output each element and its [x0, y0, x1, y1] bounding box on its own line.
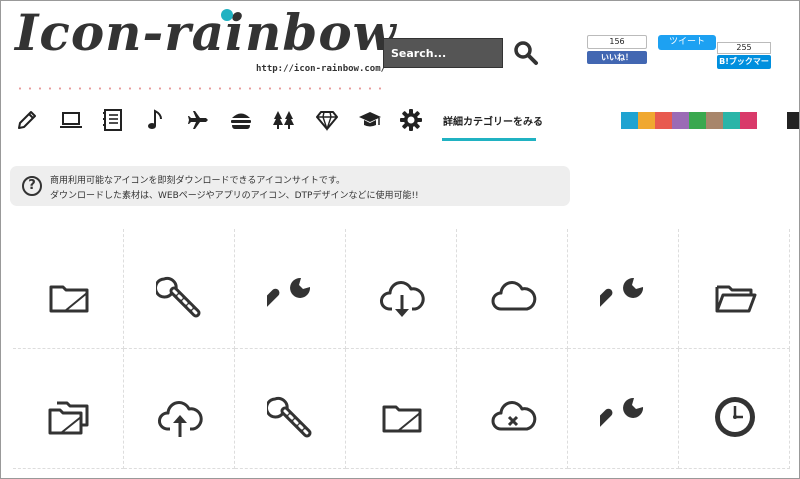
logo-dot — [221, 9, 233, 21]
icon-tile[interactable] — [568, 349, 679, 469]
icon-tile[interactable] — [457, 229, 568, 349]
airplane-icon — [188, 111, 208, 129]
trees-icon — [273, 111, 294, 129]
icon-tile[interactable] — [346, 229, 457, 349]
dotted-divider — [15, 87, 389, 90]
color-swatch-7[interactable] — [723, 112, 740, 129]
color-swatch-2[interactable] — [638, 112, 655, 129]
color-swatch-black[interactable] — [787, 112, 799, 129]
cloud-download-icon — [378, 273, 426, 321]
music-note-icon — [148, 109, 162, 129]
folder-icon — [45, 273, 93, 321]
icon-tile[interactable] — [124, 229, 235, 349]
color-filter-bar — [621, 112, 757, 129]
info-banner: ? 商用利用可能なアイコンを即刻ダウンロードできるアイコンサイトです。 ダウンロ… — [10, 166, 570, 206]
hatena-bookmark-widget[interactable]: 255 B!ブックマーク — [717, 42, 771, 80]
folders-icon — [45, 393, 93, 441]
color-swatch-4[interactable] — [672, 112, 689, 129]
open-folder-icon — [711, 273, 759, 321]
hamburger-icon — [231, 113, 251, 129]
hatena-bookmark-button[interactable]: B!ブックマーク — [717, 55, 771, 80]
tweet-button[interactable]: ツイート — [658, 35, 716, 50]
color-swatch-6[interactable] — [706, 112, 723, 129]
cloud-error-icon — [489, 393, 537, 441]
notebook-icon — [103, 109, 122, 131]
site-logo[interactable]: Icon-rainbow — [15, 3, 397, 62]
site-url[interactable]: http://icon-rainbow.com/ — [256, 64, 386, 74]
icon-tile[interactable] — [13, 229, 124, 349]
wrench-icon — [591, 393, 648, 441]
category-jewel[interactable] — [310, 101, 344, 139]
icon-tile[interactable] — [235, 229, 346, 349]
category-music[interactable] — [138, 101, 172, 139]
cloud-icon — [489, 273, 537, 321]
color-swatch-3[interactable] — [655, 112, 672, 129]
adjustable-wrench-icon — [265, 393, 315, 441]
more-categories-link[interactable]: 詳細カテゴリーをみる — [443, 113, 543, 128]
category-education[interactable] — [353, 101, 387, 139]
graduation-cap-icon — [359, 112, 381, 127]
active-tab-underline — [442, 138, 536, 141]
facebook-like-count: 156 — [587, 35, 647, 49]
search-button[interactable] — [513, 40, 539, 66]
pencil-icon — [18, 111, 36, 129]
adjustable-wrench-icon — [154, 273, 204, 321]
wrench-icon — [258, 273, 315, 321]
folder-icon — [378, 393, 426, 441]
category-settings[interactable] — [394, 101, 428, 139]
category-airplane[interactable] — [181, 101, 215, 139]
category-laptop[interactable] — [54, 101, 88, 139]
info-text-line1: 商用利用可能なアイコンを即刻ダウンロードできるアイコンサイトです。 — [50, 176, 346, 186]
icon-tile[interactable] — [679, 349, 790, 469]
facebook-like-button[interactable]: いいね！ — [587, 51, 647, 64]
category-pencil[interactable] — [10, 101, 44, 139]
question-icon: ? — [22, 176, 42, 196]
clock-icon — [711, 393, 759, 441]
search-input[interactable]: Search... — [383, 38, 503, 68]
wrench-icon — [591, 273, 648, 321]
diamond-icon — [316, 111, 338, 132]
category-notebook[interactable] — [96, 101, 130, 139]
icon-tile[interactable] — [568, 229, 679, 349]
icon-tile[interactable] — [457, 349, 568, 469]
facebook-like-widget[interactable]: 156 いいね！ — [587, 35, 647, 64]
icon-tile[interactable] — [124, 349, 235, 469]
cloud-upload-icon — [156, 393, 204, 441]
search-icon — [514, 41, 538, 65]
icon-tile[interactable] — [13, 349, 124, 469]
laptop-icon — [60, 112, 82, 128]
color-swatch-5[interactable] — [689, 112, 706, 129]
category-nature[interactable] — [267, 101, 301, 139]
color-swatch-8[interactable] — [740, 112, 757, 129]
info-text-line2: ダウンロードした素材は、WEBページやアプリのアイコン、DTPデザインなどに使用… — [50, 191, 419, 201]
hatena-bookmark-count: 255 — [717, 42, 771, 54]
gear-icon — [400, 109, 422, 131]
icon-tile[interactable] — [679, 229, 790, 349]
icon-tile[interactable] — [346, 349, 457, 469]
category-food[interactable] — [224, 101, 258, 139]
icon-tile[interactable] — [235, 349, 346, 469]
color-swatch-1[interactable] — [621, 112, 638, 129]
